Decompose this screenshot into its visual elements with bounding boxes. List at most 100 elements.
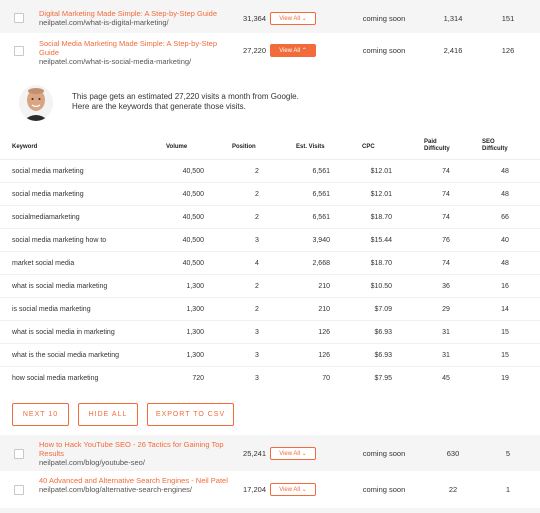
monthly-visits: 31,364	[243, 14, 266, 23]
backlinks-count: 22	[448, 485, 458, 494]
volume-cell: 1,300	[186, 329, 204, 336]
paid-difficulty-cell: 74	[442, 214, 450, 221]
backlinks-count: 630	[446, 449, 460, 458]
keyword-row: how social media marketing 720 3 70 $7.9…	[0, 367, 540, 390]
keyword-cell: what is social media in marketing	[12, 329, 115, 336]
position-cell: 2	[255, 214, 259, 221]
page-title-link[interactable]: 40 Advanced and Alternative Search Engin…	[39, 476, 229, 485]
keyword-row: what is the social media marketing 1,300…	[0, 344, 540, 367]
shares-count: 151	[501, 14, 515, 23]
next-10-button[interactable]: NEXT 10	[12, 403, 69, 426]
page-row: 40 Advanced and Alternative Search Engin…	[0, 471, 540, 507]
position-cell: 2	[255, 168, 259, 175]
intro-line-1: This page gets an estimated 27,220 visit…	[72, 92, 299, 101]
est-visits-cell: 6,561	[312, 168, 330, 175]
keyword-cell: what is social media marketing	[12, 283, 108, 290]
seo-difficulty-cell: 14	[501, 306, 509, 313]
status-text: coming soon	[362, 449, 406, 458]
col-cpc[interactable]: CPC	[362, 144, 375, 151]
row-checkbox[interactable]	[14, 449, 24, 459]
view-all-button[interactable]: View All ⌄	[270, 12, 316, 25]
est-visits-cell: 210	[318, 306, 330, 313]
keyword-row: socialmediamarketing 40,500 2 6,561 $18.…	[0, 206, 540, 229]
backlinks-count: 1,314	[443, 14, 463, 23]
seo-difficulty-cell: 48	[501, 168, 509, 175]
monthly-visits: 27,220	[243, 46, 266, 55]
backlinks-count: 2,416	[443, 46, 463, 55]
page-url: neilpatel.com/blog/alternative-search-en…	[39, 485, 193, 494]
est-visits-cell: 6,561	[312, 214, 330, 221]
keywords-intro: This page gets an estimated 27,220 visit…	[72, 92, 299, 112]
view-all-button[interactable]: View All ⌄	[270, 483, 316, 496]
volume-cell: 40,500	[182, 168, 204, 175]
page-title-block: Social Media Marketing Made Simple: A St…	[39, 39, 229, 66]
keyword-row: market social media 40,500 4 2,668 $18.7…	[0, 252, 540, 275]
position-cell: 3	[255, 352, 259, 359]
volume-cell: 1,300	[186, 352, 204, 359]
row-checkbox[interactable]	[14, 13, 24, 23]
row-checkbox[interactable]	[14, 46, 24, 56]
est-visits-cell: 210	[318, 283, 330, 290]
cpc-cell: $7.09	[374, 306, 392, 313]
volume-cell: 1,300	[186, 306, 204, 313]
page-title-link[interactable]: How to Hack YouTube SEO - 26 Tactics for…	[39, 440, 229, 458]
page-row: How to Hack YouTube SEO - 26 Tactics for…	[0, 435, 540, 471]
hide-all-button[interactable]: HIDE ALL	[78, 403, 138, 426]
page-row: Social Media Marketing Made Simple: A St…	[0, 33, 540, 69]
page-url: neilpatel.com/what-is-digital-marketing/	[39, 18, 169, 27]
position-cell: 2	[255, 191, 259, 198]
keyword-row: social media marketing how to 40,500 3 3…	[0, 229, 540, 252]
view-all-button[interactable]: View All ⌃	[270, 44, 316, 57]
status-text: coming soon	[362, 46, 406, 55]
paid-difficulty-cell: 36	[442, 283, 450, 290]
col-est-visits[interactable]: Est. Visits	[296, 144, 325, 151]
paid-difficulty-cell: 31	[442, 329, 450, 336]
seo-difficulty-cell: 19	[501, 375, 509, 382]
shares-count: 1	[505, 485, 511, 494]
page-title-link[interactable]: Digital Marketing Made Simple: A Step-by…	[39, 9, 229, 18]
paid-difficulty-cell: 74	[442, 168, 450, 175]
est-visits-cell: 3,940	[312, 237, 330, 244]
col-seo-difficulty[interactable]: SEO Difficulty	[482, 139, 512, 153]
col-position[interactable]: Position	[232, 144, 256, 151]
monthly-visits: 25,241	[243, 449, 266, 458]
keyword-cell: market social media	[12, 260, 75, 267]
view-all-button[interactable]: View All ⌄	[270, 447, 316, 460]
position-cell: 3	[255, 375, 259, 382]
keyword-cell: is social media marketing	[12, 306, 91, 313]
keyword-row: is social media marketing 1,300 2 210 $7…	[0, 298, 540, 321]
seo-difficulty-cell: 66	[501, 214, 509, 221]
cpc-cell: $15.44	[370, 237, 392, 244]
cpc-cell: $18.70	[370, 260, 392, 267]
shares-count: 126	[501, 46, 515, 55]
page-row: Digital Marketing Made Simple: A Step-by…	[0, 0, 540, 33]
cpc-cell: $7.95	[374, 375, 392, 382]
page-url: neilpatel.com/what-is-social-media-marke…	[39, 57, 192, 66]
col-volume[interactable]: Volume	[166, 144, 187, 151]
export-csv-button[interactable]: EXPORT TO CSV	[147, 403, 234, 426]
position-cell: 3	[255, 329, 259, 336]
page-title-block: 40 Advanced and Alternative Search Engin…	[39, 476, 229, 494]
cpc-cell: $6.93	[374, 352, 392, 359]
row-checkbox[interactable]	[14, 485, 24, 495]
page-title-link[interactable]: Social Media Marketing Made Simple: A St…	[39, 39, 229, 57]
est-visits-cell: 126	[318, 329, 330, 336]
page-url: neilpatel.com/blog/youtube-seo/	[39, 458, 145, 467]
status-text: coming soon	[362, 485, 406, 494]
keyword-row: what is social media in marketing 1,300 …	[0, 321, 540, 344]
intro-line-2: Here are the keywords that generate thos…	[72, 102, 246, 111]
paid-difficulty-cell: 29	[442, 306, 450, 313]
col-keyword[interactable]: Keyword	[12, 144, 37, 151]
est-visits-cell: 6,561	[312, 191, 330, 198]
col-paid-difficulty[interactable]: Paid Difficulty	[424, 139, 454, 153]
volume-cell: 720	[192, 375, 204, 382]
volume-cell: 40,500	[182, 237, 204, 244]
cpc-cell: $6.93	[374, 329, 392, 336]
keyword-table-header: Keyword Volume Position Est. Visits CPC …	[0, 135, 540, 160]
keyword-cell: what is the social media marketing	[12, 352, 119, 359]
page-title-block: Digital Marketing Made Simple: A Step-by…	[39, 9, 229, 27]
keyword-cell: how social media marketing	[12, 375, 99, 382]
position-cell: 2	[255, 306, 259, 313]
paid-difficulty-cell: 31	[442, 352, 450, 359]
volume-cell: 40,500	[182, 214, 204, 221]
